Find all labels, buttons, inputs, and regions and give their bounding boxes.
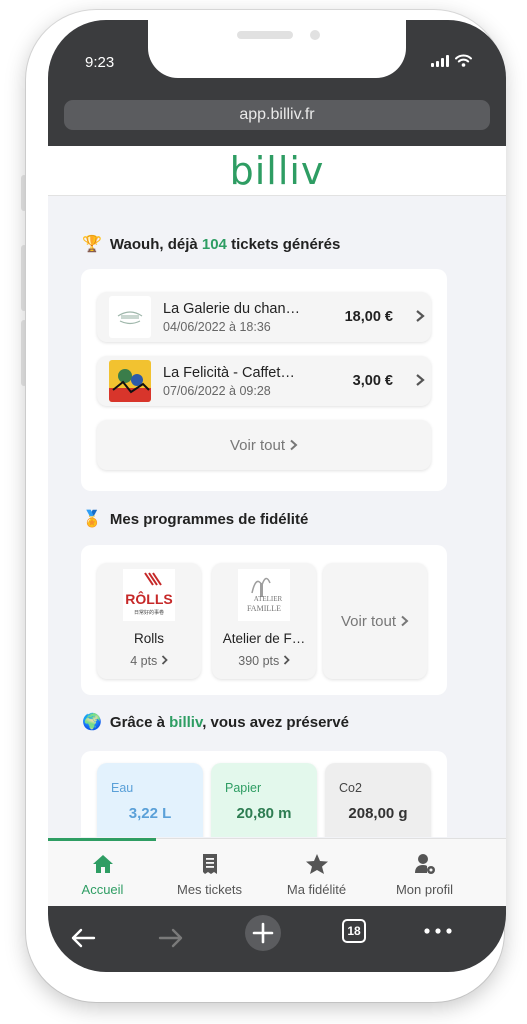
- ticket-row[interactable]: La Galerie du chan… 04/06/2022 à 18:36 1…: [97, 292, 431, 342]
- home-content: 🏆 Waouh, déjà 104 tickets générés La Gal…: [48, 197, 506, 837]
- loyalty-program-rolls[interactable]: RÔLLS 日常好的事卷 Rolls 4 pts: [97, 563, 201, 679]
- nav-item-loyalty[interactable]: Ma fidélité: [259, 853, 374, 897]
- nav-item-tickets[interactable]: Mes tickets: [152, 853, 267, 897]
- svg-text:FAMILLE: FAMILLE: [247, 604, 281, 613]
- eco-value: 20,80 m: [236, 805, 292, 822]
- url-bar[interactable]: app.billiv.fr: [64, 100, 490, 130]
- eco-section-title: 🌍 Grâce à billiv, vous avez préservé: [82, 713, 349, 732]
- chevron-right-icon: [290, 439, 298, 451]
- eco-brand: billiv: [169, 713, 203, 731]
- see-all-tickets-button[interactable]: Voir tout: [97, 420, 431, 470]
- ticket-merchant-name: La Galerie du chan…: [163, 300, 301, 317]
- chevron-right-icon: [415, 307, 425, 328]
- rolls-logo: RÔLLS 日常好的事卷: [123, 569, 175, 621]
- user-gear-icon: [414, 854, 435, 874]
- eco-water-tile: Eau 3,22 L: [97, 763, 203, 837]
- ticket-merchant-logo: [109, 296, 151, 338]
- program-name: Atelier de F…: [222, 631, 306, 646]
- eco-value: 208,00 g: [348, 805, 408, 822]
- loyalty-card: RÔLLS 日常好的事卷 Rolls 4 pts ATELIER FAMILLE…: [81, 545, 447, 695]
- home-icon: [92, 855, 113, 873]
- eco-card: Eau 3,22 L Papier 20,80 m Co2 208,00 g: [81, 751, 447, 837]
- speaker-grille: [237, 31, 293, 39]
- eco-label: Eau: [111, 781, 134, 795]
- trophy-icon: 🏆: [82, 236, 102, 253]
- forward-arrow-icon[interactable]: [158, 927, 184, 949]
- program-points: 4 pts: [97, 654, 201, 668]
- eco-paper-tile: Papier 20,80 m: [211, 763, 317, 837]
- program-name: Rolls: [133, 631, 164, 646]
- more-options-icon[interactable]: [424, 928, 452, 934]
- tickets-section-title: 🏆 Waouh, déjà 104 tickets générés: [82, 234, 340, 254]
- svg-text:ATELIER: ATELIER: [254, 595, 283, 603]
- chevron-right-icon: [415, 371, 425, 392]
- billiv-logo: billiv: [229, 148, 325, 193]
- eco-label: Papier: [225, 781, 262, 795]
- bottom-navigation: Accueil Mes tickets Ma fidélité Mon prof…: [48, 838, 506, 906]
- atelier-logo: ATELIER FAMILLE: [238, 569, 290, 621]
- browser-top-bar: 9:23 app.billiv.fr: [48, 20, 506, 146]
- active-tab-indicator: [48, 838, 156, 841]
- eco-value: 3,22 L: [128, 805, 172, 822]
- status-time: 9:23: [85, 54, 115, 71]
- chevron-right-icon: [401, 615, 409, 627]
- phone-notch: [148, 20, 406, 78]
- back-arrow-icon[interactable]: [70, 927, 96, 949]
- receipt-icon: [202, 854, 217, 874]
- new-tab-plus-icon[interactable]: [244, 914, 282, 952]
- loyalty-program-atelier[interactable]: ATELIER FAMILLE Atelier de F… 390 pts: [212, 563, 316, 679]
- star-icon: [305, 854, 328, 874]
- eco-co2-tile: Co2 208,00 g: [325, 763, 431, 837]
- chevron-right-icon: [283, 655, 290, 665]
- ticket-merchant-name: La Felicità - Caffet…: [163, 364, 295, 381]
- ticket-amount: 18,00 €: [344, 309, 393, 325]
- tabs-count-button[interactable]: 18: [342, 919, 366, 943]
- ticket-row[interactable]: La Felicità - Caffet… 07/06/2022 à 09:28…: [97, 356, 431, 406]
- ticket-count: 104: [201, 235, 227, 253]
- earth-globe-icon: 🌍: [82, 714, 102, 731]
- status-icons: [431, 54, 472, 67]
- nav-item-home[interactable]: Accueil: [48, 853, 160, 897]
- svg-text:日常好的事卷: 日常好的事卷: [134, 609, 164, 616]
- browser-toolbar: 18: [48, 906, 506, 972]
- wifi-icon: [455, 54, 472, 67]
- app-header: billiv: [48, 146, 506, 196]
- chevron-right-icon: [161, 655, 168, 665]
- program-points: 390 pts: [212, 654, 316, 668]
- ticket-amount: 3,00 €: [352, 373, 393, 389]
- phone-screen: 9:23 app.billiv.fr billiv 🏆 Waouh, déjà …: [48, 20, 506, 972]
- signal-icon: [431, 55, 449, 67]
- loyalty-section-title: 🏅 Mes programmes de fidélité: [82, 510, 309, 529]
- tickets-title-text: Waouh, déjà 104 tickets générés: [109, 235, 341, 253]
- tickets-card: La Galerie du chan… 04/06/2022 à 18:36 1…: [81, 269, 447, 491]
- ticket-merchant-logo: [109, 360, 151, 402]
- ticket-date: 07/06/2022 à 09:28: [163, 383, 271, 398]
- eco-label: Co2: [339, 781, 362, 795]
- medal-icon: 🏅: [82, 511, 102, 528]
- ticket-date: 04/06/2022 à 18:36: [163, 319, 271, 334]
- front-camera: [310, 30, 320, 40]
- nav-item-profile[interactable]: Mon profil: [367, 853, 482, 897]
- url-text: app.billiv.fr: [239, 106, 315, 123]
- svg-text:RÔLLS: RÔLLS: [125, 590, 172, 607]
- see-all-loyalty-button[interactable]: Voir tout: [323, 563, 427, 679]
